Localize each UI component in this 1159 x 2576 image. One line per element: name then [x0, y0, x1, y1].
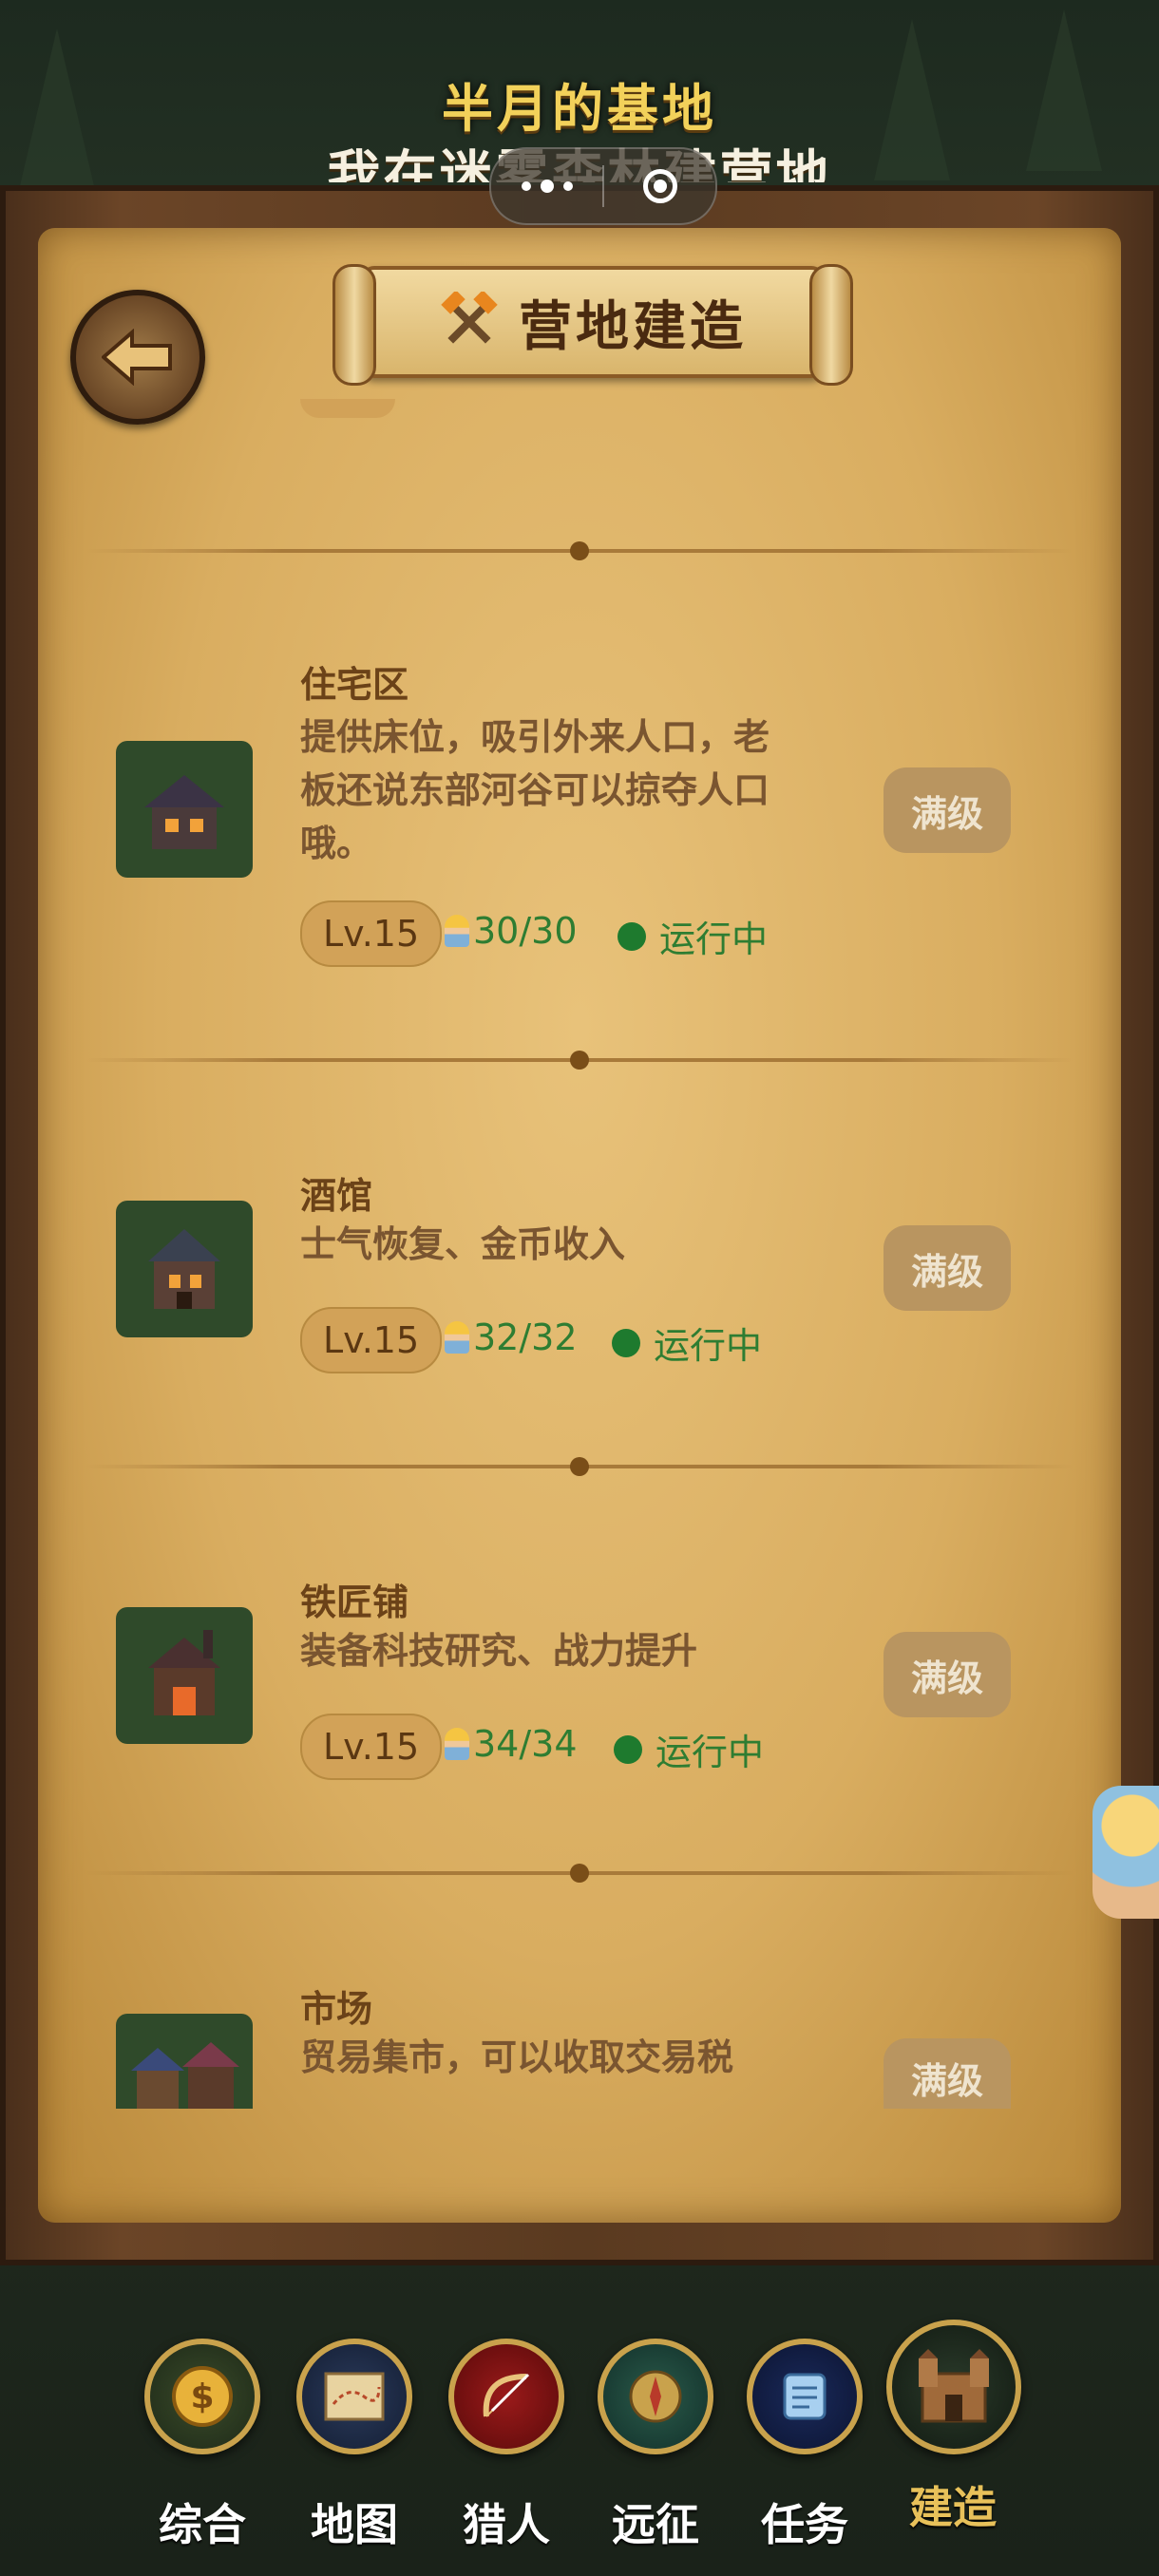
level-badge: Lv.15	[300, 900, 443, 967]
nav-label: 建造	[909, 2482, 997, 2533]
scroll-roll-right	[809, 264, 853, 386]
map-icon	[296, 2339, 412, 2454]
more-menu-button[interactable]	[491, 149, 602, 223]
max-level-button[interactable]: 满级	[884, 767, 1011, 853]
close-miniprogram-button[interactable]	[604, 149, 715, 223]
building-list[interactable]: 住宅区 提供床位，吸引外来人口，老板还说东部河谷可以掠夺人口哦。 Lv.15 3…	[86, 399, 1074, 2109]
nav-label: 任务	[761, 2499, 848, 2550]
divider	[86, 1457, 1074, 1476]
nav-item-hunters[interactable]: 猎人	[440, 2339, 573, 2553]
worker-icon	[445, 915, 469, 947]
nav-item-map[interactable]: 地图	[288, 2339, 421, 2553]
status-indicator: 运行中	[614, 1723, 764, 1775]
panel-title: 营地建造	[519, 295, 747, 358]
market-icon	[131, 2042, 239, 2109]
workers-count: 30/30	[445, 910, 578, 952]
building-desc: 士气恢复、金币收入	[300, 1223, 626, 1265]
previous-item-badge	[300, 399, 395, 418]
workers-count: 34/34	[445, 1723, 578, 1765]
residence-thumbnail	[116, 741, 253, 878]
worker-icon	[445, 1321, 469, 1354]
nav-item-quests[interactable]: 任务	[738, 2339, 871, 2553]
more-dots-icon	[521, 181, 531, 191]
svg-text:$: $	[190, 2377, 214, 2416]
bow-icon	[448, 2339, 564, 2454]
status-dot-icon	[618, 921, 646, 951]
nav-label: 猎人	[463, 2499, 550, 2550]
coin-icon: $	[144, 2339, 260, 2454]
nav-item-expedition[interactable]: 远征	[589, 2339, 722, 2553]
divider	[86, 541, 1074, 560]
tavern-thumbnail	[116, 1201, 253, 1337]
back-arrow-icon	[102, 329, 172, 386]
worker-icon	[445, 1728, 469, 1760]
workers-count: 32/32	[445, 1316, 578, 1358]
level-badge: Lv.15	[300, 1307, 443, 1373]
nav-item-build[interactable]: 建造	[886, 2320, 1021, 2536]
max-level-button[interactable]: 满级	[884, 2038, 1011, 2109]
scroll-icon	[747, 2339, 863, 2454]
hammer-pick-icon	[441, 292, 498, 344]
divider	[86, 1051, 1074, 1070]
house-icon	[144, 775, 224, 849]
compass-icon	[598, 2339, 713, 2454]
nav-label: 地图	[311, 2499, 398, 2550]
tavern-icon	[148, 1229, 220, 1309]
scroll-roll-left	[332, 264, 376, 386]
max-level-button[interactable]: 满级	[884, 1632, 1011, 1717]
market-thumbnail	[116, 2014, 253, 2109]
status-indicator: 运行中	[618, 910, 768, 962]
miniprogram-capsule	[489, 147, 717, 225]
building-name: 市场	[300, 1988, 373, 2030]
building-desc: 提供床位，吸引外来人口，老板还说东部河谷可以掠夺人口哦。	[300, 716, 770, 864]
assistant-character[interactable]	[1092, 1786, 1159, 1919]
building-desc: 装备科技研究、战力提升	[300, 1630, 698, 1672]
nav-item-overview[interactable]: $ 综合	[136, 2339, 269, 2553]
panel-header: 营地建造	[332, 264, 853, 386]
blacksmith-thumbnail	[116, 1607, 253, 1744]
nav-label: 综合	[159, 2499, 246, 2550]
status-indicator: 运行中	[612, 1316, 762, 1369]
forge-icon	[148, 1630, 220, 1715]
building-name: 酒馆	[300, 1175, 373, 1217]
castle-icon	[886, 2320, 1021, 2454]
level-badge: Lv.15	[300, 1714, 443, 1780]
bottom-nav: $ 综合 地图 猎人 远征 任务 建造	[0, 2318, 1159, 2576]
building-desc: 贸易集市，可以收取交易税	[300, 2036, 734, 2078]
status-dot-icon	[614, 1734, 642, 1764]
building-name: 住宅区	[300, 664, 409, 706]
status-dot-icon	[612, 1328, 640, 1357]
target-circle-icon	[642, 169, 677, 203]
divider	[86, 1864, 1074, 1883]
nav-label: 远征	[612, 2499, 699, 2550]
back-button[interactable]	[70, 290, 205, 425]
building-name: 铁匠铺	[300, 1582, 409, 1623]
page-title: 半月的基地	[442, 79, 717, 139]
max-level-button[interactable]: 满级	[884, 1225, 1011, 1311]
